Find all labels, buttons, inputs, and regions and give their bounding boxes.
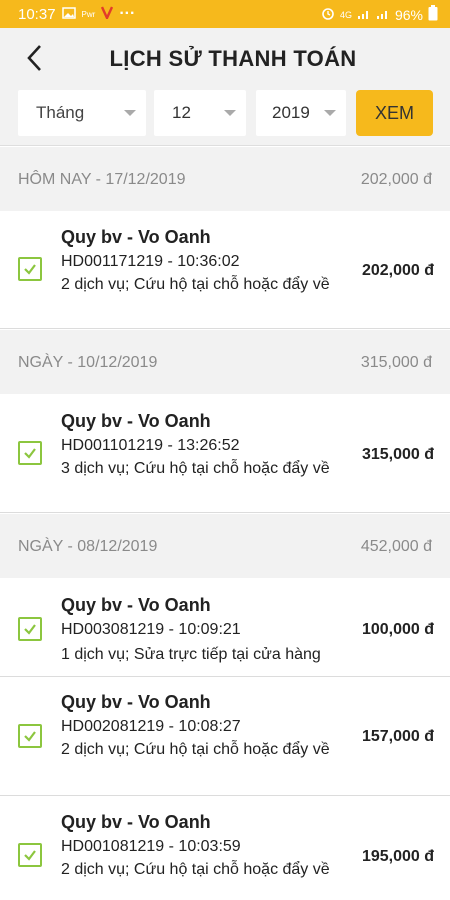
payment-code: HD001081219 - 10:03:59 bbox=[61, 838, 241, 855]
payment-description: 3 dịch vụ; Cứu hộ tại chỗ hoặc đẩy về bbox=[61, 460, 330, 477]
group-date: NGÀY - 10/12/2019 bbox=[18, 354, 158, 371]
chevron-down-icon bbox=[324, 110, 336, 116]
payment-row[interactable]: Quy bv - Vo Oanh HD001101219 - 13:26:52 … bbox=[0, 395, 450, 513]
signal-icon bbox=[357, 7, 371, 23]
group-date: HÔM NAY - 17/12/2019 bbox=[18, 171, 186, 188]
group-header: NGÀY - 10/12/2019 315,000 đ bbox=[0, 330, 450, 394]
group-total: 315,000 đ bbox=[360, 354, 432, 371]
view-button[interactable]: XEM bbox=[356, 90, 433, 136]
payment-row[interactable]: Quy bv - Vo Oanh HD001081219 - 10:03:59 … bbox=[0, 797, 450, 900]
top-area: LỊCH SỬ THANH TOÁN Tháng 12 2019 XEM bbox=[0, 28, 450, 146]
payment-name: Quy bv - Vo Oanh bbox=[61, 595, 211, 615]
payment-name: Quy bv - Vo Oanh bbox=[61, 411, 211, 431]
group-header: NGÀY - 08/12/2019 452,000 đ bbox=[0, 514, 450, 578]
pwr-icon: Pwr bbox=[81, 9, 96, 19]
status-time: 10:37 bbox=[18, 5, 56, 23]
chevron-down-icon bbox=[224, 110, 236, 116]
payment-description: 2 dịch vụ; Cứu hộ tại chỗ hoặc đẩy về bbox=[61, 741, 330, 758]
status-bar-right: 4G 96% bbox=[321, 5, 438, 24]
payment-description: 2 dịch vụ; Cứu hộ tại chỗ hoặc đẩy về bbox=[61, 276, 330, 293]
payment-code: HD002081219 - 10:08:27 bbox=[61, 718, 241, 735]
payment-row[interactable]: Quy bv - Vo Oanh HD001171219 - 10:36:02 … bbox=[0, 211, 450, 329]
lte-icon: 4G bbox=[339, 9, 352, 20]
month-select-label: Tháng bbox=[36, 103, 85, 122]
check-icon bbox=[18, 441, 42, 465]
chevron-down-icon bbox=[124, 110, 136, 116]
group-date: NGÀY - 08/12/2019 bbox=[18, 538, 158, 555]
payment-code: HD001101219 - 13:26:52 bbox=[61, 437, 240, 454]
check-icon bbox=[18, 257, 42, 281]
payment-name: Quy bv - Vo Oanh bbox=[61, 227, 211, 247]
year-select[interactable]: 2019 bbox=[256, 90, 346, 136]
battery-icon bbox=[428, 5, 438, 24]
status-bar: 10:37 Pwr ··· 4G 96% bbox=[0, 0, 450, 28]
check-icon bbox=[18, 617, 42, 641]
status-bar-left: 10:37 Pwr ··· bbox=[18, 5, 135, 23]
payment-description: 2 dịch vụ; Cứu hộ tại chỗ hoặc đẩy về bbox=[61, 861, 330, 878]
group-total: 452,000 đ bbox=[360, 538, 432, 555]
month-number-select[interactable]: 12 bbox=[154, 90, 246, 136]
check-icon bbox=[18, 724, 42, 748]
payment-row[interactable]: Quy bv - Vo Oanh HD002081219 - 10:08:27 … bbox=[0, 678, 450, 796]
payment-code: HD003081219 - 10:09:21 bbox=[61, 621, 241, 638]
payment-row[interactable]: Quy bv - Vo Oanh HD003081219 - 10:09:21 … bbox=[0, 579, 450, 677]
month-select[interactable]: Tháng bbox=[18, 90, 146, 136]
payment-code: HD001171219 - 10:36:02 bbox=[61, 253, 240, 270]
check-icon bbox=[18, 843, 42, 867]
payment-name: Quy bv - Vo Oanh bbox=[61, 692, 211, 712]
group-header: HÔM NAY - 17/12/2019 202,000 đ bbox=[0, 147, 450, 211]
payment-amount: 157,000 đ bbox=[361, 728, 434, 745]
page-title: LỊCH SỬ THANH TOÁN bbox=[109, 46, 357, 71]
payment-amount: 202,000 đ bbox=[361, 262, 434, 279]
more-dots-icon: ··· bbox=[119, 5, 136, 22]
payment-name: Quy bv - Vo Oanh bbox=[61, 812, 211, 832]
payment-description: 1 dịch vụ; Sửa trực tiếp tại cửa hàng bbox=[61, 646, 321, 663]
battery-percent: 96% bbox=[394, 6, 423, 23]
payment-amount: 315,000 đ bbox=[361, 446, 434, 463]
payment-amount: 100,000 đ bbox=[361, 621, 434, 638]
month-number-value: 12 bbox=[172, 103, 191, 122]
vpn-icon bbox=[101, 5, 114, 23]
signal-icon bbox=[376, 7, 390, 23]
year-value: 2019 bbox=[272, 103, 310, 122]
payment-amount: 195,000 đ bbox=[361, 848, 434, 865]
group-total: 202,000 đ bbox=[360, 171, 432, 188]
image-icon bbox=[61, 6, 76, 23]
alarm-icon bbox=[321, 6, 335, 23]
